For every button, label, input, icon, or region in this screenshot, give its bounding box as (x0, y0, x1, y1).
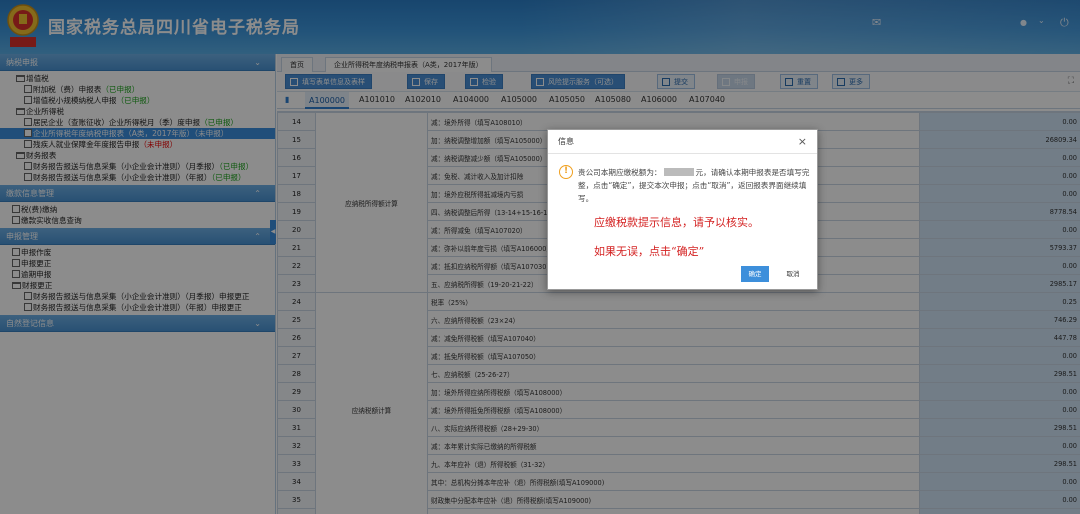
modal-overlay (0, 0, 1080, 514)
annotation-hint-confirm: 如果无误，点击“确定” (594, 245, 705, 258)
warning-icon: ! (559, 165, 573, 179)
close-icon[interactable]: × (798, 130, 807, 154)
annotation-hint-verify: 应缴税款提示信息，请予以核实。 (594, 216, 759, 229)
ok-button[interactable]: 确定 (741, 266, 769, 282)
cancel-button[interactable]: 取消 (780, 266, 806, 282)
redacted-amount (663, 168, 694, 176)
confirm-dialog: 信息 × ! 贵公司本期应缴税额为： 元，请确认本期申报表是否填写完整，点击“确定”… (547, 129, 818, 290)
dialog-message: 贵公司本期应缴税额为： 元，请确认本期申报表是否填写完整，点击“确定”，提交本次申… (578, 168, 810, 203)
dialog-title: 信息 × (548, 130, 817, 154)
